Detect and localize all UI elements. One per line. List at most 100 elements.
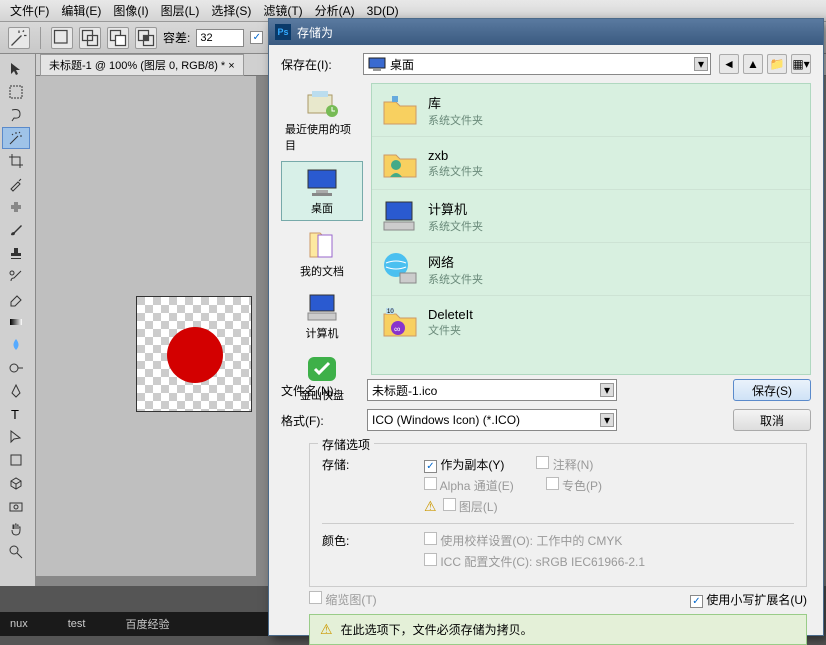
selection-mode-sub-icon[interactable]	[107, 27, 129, 49]
opt-label: ICC 配置文件(C): sRGB IEC61966-2.1	[440, 555, 645, 569]
opt-label: 使用校样设置(O): 工作中的 CMYK	[440, 534, 622, 548]
copy-checkbox[interactable]: ✓ 作为副本(Y)	[424, 456, 504, 473]
zoom-tool[interactable]	[2, 541, 30, 563]
sidebar-item-recent[interactable]: 最近使用的项目	[281, 83, 363, 157]
computer-icon	[380, 196, 420, 236]
ps-icon: Ps	[275, 24, 291, 40]
taskbar: nux test 百度经验	[0, 612, 268, 636]
file-type: 系统文件夹	[428, 163, 483, 179]
stamp-tool[interactable]	[2, 242, 30, 264]
menu-edit[interactable]: 编辑(E)	[55, 0, 107, 21]
wand-tool[interactable]	[2, 127, 30, 149]
warning-text: 在此选项下，文件必须存储为拷贝。	[341, 621, 533, 638]
up-icon[interactable]: ▲	[743, 54, 763, 74]
lowercase-ext-checkbox[interactable]: ✓ 使用小写扩展名(U)	[690, 591, 807, 608]
heal-tool[interactable]	[2, 196, 30, 218]
user-folder-icon	[380, 143, 420, 183]
sidebar-item-label: 我的文档	[300, 263, 344, 279]
save-in-value: 桌面	[390, 56, 414, 73]
file-name: 网络	[428, 252, 483, 271]
cancel-button[interactable]: 取消	[733, 409, 811, 431]
chevron-down-icon[interactable]: ▾	[600, 413, 614, 427]
file-type: 文件夹	[428, 322, 473, 338]
menu-layer[interactable]: 图层(L)	[155, 0, 206, 21]
color-label: 颜色:	[322, 532, 418, 549]
file-list[interactable]: 库系统文件夹 zxb系统文件夹 计算机系统文件夹 网络系统文件夹 ∞10 Del…	[371, 83, 811, 375]
crop-tool[interactable]	[2, 150, 30, 172]
options-legend: 存储选项	[318, 436, 374, 453]
blur-tool[interactable]	[2, 334, 30, 356]
file-name: 库	[428, 93, 483, 112]
selection-mode-add-icon[interactable]	[79, 27, 101, 49]
desktop-icon	[368, 57, 386, 71]
save-in-label: 保存在(I):	[281, 56, 355, 73]
svg-text:T: T	[11, 407, 19, 422]
eyedropper-tool[interactable]	[2, 173, 30, 195]
gradient-tool[interactable]	[2, 311, 30, 333]
format-value: ICO (Windows Icon) (*.ICO)	[372, 413, 520, 427]
view-menu-icon[interactable]: ▦▾	[791, 54, 811, 74]
tools-panel: T	[0, 54, 36, 586]
format-combo[interactable]: ICO (Windows Icon) (*.ICO) ▾	[367, 409, 617, 431]
file-item-network[interactable]: 网络系统文件夹	[372, 243, 810, 296]
3d-tool[interactable]	[2, 472, 30, 494]
antialias-checkbox[interactable]: ✓	[250, 31, 263, 44]
sidebar-item-documents[interactable]: 我的文档	[281, 225, 363, 283]
filename-label: 文件名(N):	[281, 382, 361, 399]
taskbar-item[interactable]: nux	[10, 618, 28, 630]
file-item-libraries[interactable]: 库系统文件夹	[372, 84, 810, 137]
menu-image[interactable]: 图像(I)	[107, 0, 154, 21]
dialog-titlebar[interactable]: Ps 存储为	[269, 19, 823, 45]
selection-mode-intersect-icon[interactable]	[135, 27, 157, 49]
lasso-tool[interactable]	[2, 104, 30, 126]
canvas[interactable]	[136, 296, 252, 412]
file-item-computer[interactable]: 计算机系统文件夹	[372, 190, 810, 243]
toolbar-separator	[40, 27, 41, 49]
notes-checkbox: 注释(N)	[536, 456, 593, 473]
save-options-group: 存储选项 存储: ✓ 作为副本(Y) 注释(N) Alpha 通道(E) 专色(…	[309, 443, 807, 587]
marquee-tool[interactable]	[2, 81, 30, 103]
taskbar-item[interactable]: test	[68, 618, 86, 630]
file-item-user[interactable]: zxb系统文件夹	[372, 137, 810, 190]
wand-tool-icon[interactable]	[8, 27, 30, 49]
hand-tool[interactable]	[2, 518, 30, 540]
opt-label: 图层(L)	[459, 500, 498, 514]
selection-mode-new-icon[interactable]	[51, 27, 73, 49]
type-tool[interactable]: T	[2, 403, 30, 425]
menu-select[interactable]: 选择(S)	[205, 0, 257, 21]
camera-tool[interactable]	[2, 495, 30, 517]
menu-file[interactable]: 文件(F)	[4, 0, 55, 21]
taskbar-item[interactable]: 百度经验	[125, 616, 169, 632]
move-tool[interactable]	[2, 58, 30, 80]
red-circle-shape	[167, 327, 223, 383]
sidebar-item-label: 计算机	[306, 325, 339, 341]
sidebar-item-computer[interactable]: 计算机	[281, 287, 363, 345]
new-folder-icon[interactable]: 📁	[767, 54, 787, 74]
history-brush-tool[interactable]	[2, 265, 30, 287]
opt-label: 使用小写扩展名(U)	[706, 593, 807, 607]
file-item-folder[interactable]: ∞10 DeleteIt文件夹	[372, 296, 810, 348]
document-tab[interactable]: 未标题-1 @ 100% (图层 0, RGB/8) * ×	[40, 54, 244, 76]
layers-checkbox: 图层(L)	[443, 498, 498, 515]
sidebar-item-desktop[interactable]: 桌面	[281, 161, 363, 221]
opt-label: 缩览图(T)	[325, 593, 376, 607]
dodge-tool[interactable]	[2, 357, 30, 379]
save-in-combo[interactable]: 桌面 ▾	[363, 53, 711, 75]
eraser-tool[interactable]	[2, 288, 30, 310]
file-type: 系统文件夹	[428, 112, 483, 128]
menu-3d[interactable]: 3D(D)	[361, 2, 405, 20]
chevron-down-icon[interactable]: ▾	[694, 57, 708, 71]
save-button[interactable]: 保存(S)	[733, 379, 811, 401]
dialog-title: 存储为	[297, 24, 333, 41]
brush-tool[interactable]	[2, 219, 30, 241]
pen-tool[interactable]	[2, 380, 30, 402]
tolerance-input[interactable]	[196, 29, 244, 47]
path-tool[interactable]	[2, 426, 30, 448]
shape-tool[interactable]	[2, 449, 30, 471]
filename-input[interactable]: 未标题-1.ico▾	[367, 379, 617, 401]
opt-label: 作为副本(Y)	[440, 458, 504, 472]
chevron-down-icon[interactable]: ▾	[600, 383, 614, 397]
canvas-viewport[interactable]	[36, 76, 256, 576]
back-icon[interactable]: ◄	[719, 54, 739, 74]
warning-icon: ⚠	[424, 498, 437, 515]
